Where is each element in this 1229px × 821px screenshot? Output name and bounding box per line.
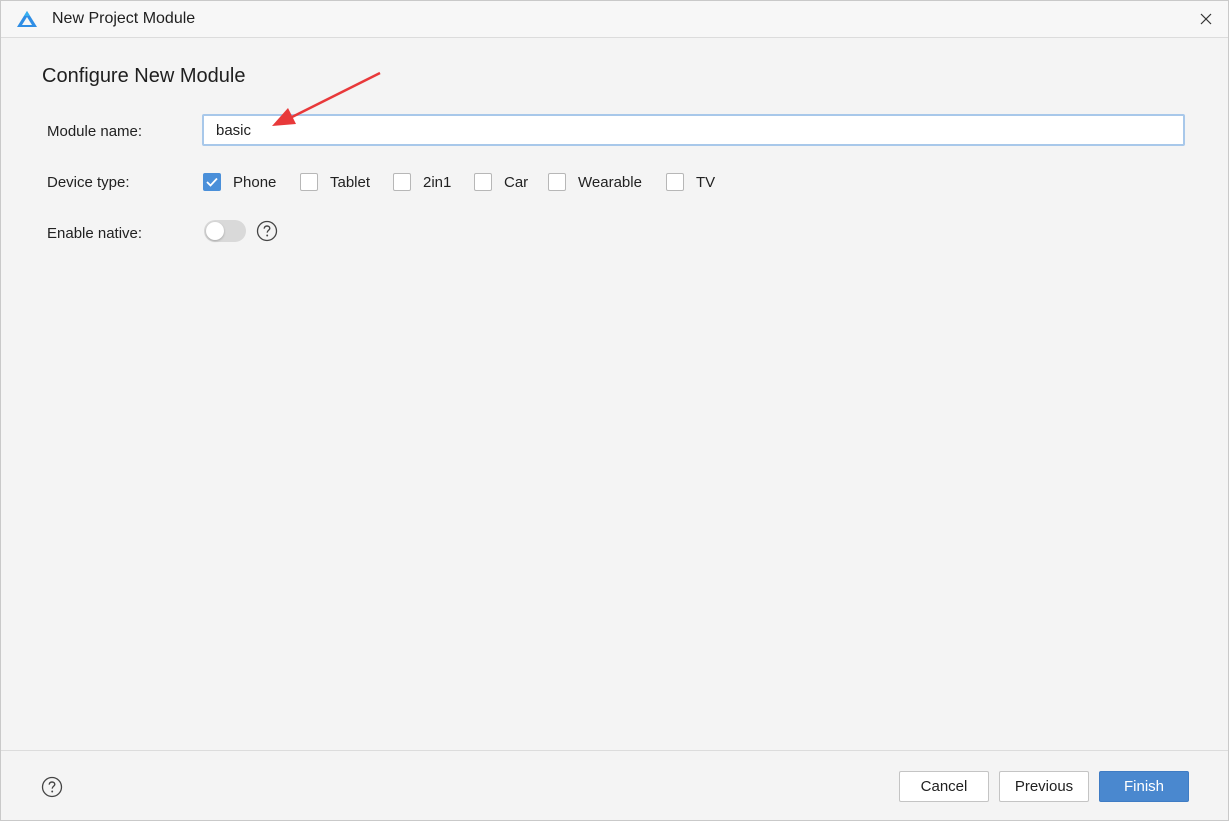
- wearable-checkbox[interactable]: [548, 173, 566, 191]
- help-icon[interactable]: [256, 220, 278, 242]
- tablet-label: Tablet: [330, 173, 371, 191]
- page-heading: Configure New Module: [42, 65, 246, 87]
- device-type-label: Device type:: [47, 174, 130, 191]
- device-option-tablet[interactable]: Tablet: [300, 171, 370, 193]
- enable-native-label: Enable native:: [47, 225, 143, 242]
- car-checkbox[interactable]: [474, 173, 492, 191]
- module-name-input[interactable]: [202, 114, 1185, 146]
- phone-label: Phone: [233, 173, 277, 191]
- previous-button[interactable]: Previous: [999, 771, 1089, 802]
- enable-native-toggle[interactable]: [204, 220, 246, 242]
- close-icon: [1200, 13, 1212, 25]
- device-option-2in1[interactable]: 2in1: [393, 171, 451, 193]
- window-title: New Project Module: [52, 10, 196, 27]
- wearable-label: Wearable: [578, 173, 642, 191]
- toggle-knob: [206, 222, 224, 240]
- close-button[interactable]: [1184, 1, 1228, 37]
- deveco-logo-icon: [17, 11, 37, 27]
- tablet-checkbox[interactable]: [300, 173, 318, 191]
- device-option-phone[interactable]: Phone: [203, 171, 276, 193]
- 2in1-label: 2in1: [423, 173, 452, 191]
- device-option-wearable[interactable]: Wearable: [548, 171, 642, 193]
- help-icon[interactable]: [41, 776, 63, 798]
- device-option-car[interactable]: Car: [474, 171, 528, 193]
- title-bar: New Project Module: [1, 1, 1228, 38]
- cancel-button[interactable]: Cancel: [899, 771, 989, 802]
- module-name-label: Module name:: [47, 123, 143, 140]
- new-project-module-dialog: New Project Module Configure New Module …: [0, 0, 1229, 821]
- finish-button[interactable]: Finish: [1099, 771, 1189, 802]
- 2in1-checkbox[interactable]: [393, 173, 411, 191]
- phone-checkbox[interactable]: [203, 173, 221, 191]
- checkmark-icon: [206, 177, 218, 187]
- device-option-tv[interactable]: TV: [666, 171, 715, 193]
- tv-label: TV: [696, 173, 716, 191]
- tv-checkbox[interactable]: [666, 173, 684, 191]
- car-label: Car: [504, 173, 529, 191]
